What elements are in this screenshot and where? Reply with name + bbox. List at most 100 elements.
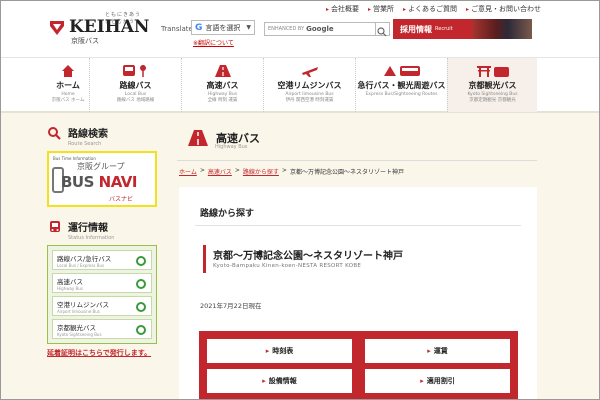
- translate-label: Translate: [161, 25, 193, 33]
- busnavi-group: 京阪グループ: [77, 162, 125, 171]
- logo-sub: 京阪バス: [71, 37, 99, 45]
- nav-item-kyoto-sightseeing[interactable]: 京都観光バス Kyoto Sightseeing Bus 京都定期観光 京都観光: [447, 58, 537, 112]
- nav-item-local-bus[interactable]: 路線バス Local Bus 路線バス 地域路線: [89, 58, 181, 112]
- breadcrumb-sep: >: [281, 167, 287, 174]
- content-panel: 路線から探す 京都〜万博記念公園〜ネスタリゾート神戸 Kyoto-Bampaku…: [179, 187, 537, 399]
- busnavi-kana: バスナビ: [109, 196, 134, 203]
- status-item-highway[interactable]: 高速バス Highway Bus: [52, 273, 152, 293]
- status-list: 路線バス/急行バス Local Bus / Express Bus 高速バス H…: [47, 245, 157, 344]
- status-item-sub: Airport limousine Bus: [57, 309, 100, 314]
- status-ok-icon: [136, 279, 146, 289]
- panel-heading: 路線から探す: [200, 209, 255, 219]
- status-item-sub: Highway Bus: [57, 286, 83, 291]
- breadcrumb-highway[interactable]: 高速バス: [208, 167, 232, 176]
- route-search-title: 路線検索: [68, 129, 108, 140]
- route-name-en: Kyoto-Bampaku Kinen-koen-NESTA RESORT KO…: [213, 263, 362, 269]
- top-link-company[interactable]: 会社概要: [326, 4, 359, 14]
- nav-sub: Home 京阪バス ホーム: [51, 92, 85, 103]
- breadcrumb-current: 京都〜万博記念公園〜ネスタリゾート神戸: [289, 169, 404, 176]
- nav-sub: Express Bus/Sightseeing Routes: [365, 92, 438, 97]
- breadcrumb-home[interactable]: ホーム: [179, 167, 197, 176]
- route-accent-bar: [203, 245, 206, 273]
- route-menu: 時刻表 運賃 設備情報 適用割引: [199, 331, 518, 399]
- status-item-kyoto[interactable]: 京都観光バス Kyoto Sightseeing Bus: [52, 319, 152, 339]
- facilities-button[interactable]: 設備情報: [207, 369, 352, 393]
- search-placeholder-brand: Google: [306, 25, 334, 33]
- breadcrumb-route-search[interactable]: 路線から探す: [243, 167, 279, 176]
- status-ok-icon: [136, 256, 146, 266]
- top-link-offices[interactable]: 営業所: [368, 4, 394, 14]
- route-search-heading: 路線検索: [47, 125, 161, 140]
- divider: [195, 225, 521, 226]
- recruit-banner[interactable]: 採用情報 Recruit: [393, 19, 532, 39]
- status-item-label: 高速バス: [57, 278, 83, 286]
- status-item-local-express[interactable]: 路線バス/急行バス Local Bus / Express Bus: [52, 250, 152, 270]
- status-item-label: 京都観光バス: [57, 324, 96, 332]
- nav-item-home[interactable]: ホーム Home 京阪バス ホーム: [47, 58, 89, 112]
- language-select[interactable]: G 言語を選択 ▼: [191, 20, 255, 35]
- status-title: 運行情報: [68, 223, 108, 234]
- nav-label: 急行バス・観光周遊バス: [357, 81, 446, 90]
- route-name: 京都〜万博記念公園〜ネスタリゾート神戸: [213, 251, 403, 262]
- highway-icon: [214, 65, 231, 77]
- breadcrumb: ホーム > 高速バス > 路線から探す > 京都〜万博記念公園〜ネスタリゾート神戸: [179, 167, 404, 176]
- top-links: 会社概要 営業所 よくあるご質問 ご意見・お問い合わせ: [326, 4, 541, 14]
- divider: [177, 160, 537, 161]
- nav-label: 京都観光バス: [468, 81, 517, 90]
- google-icon: G: [195, 22, 203, 33]
- page-title: 高速バス Highway Bus: [187, 129, 260, 150]
- recruit-sub: Recruit: [435, 26, 453, 32]
- busnavi-bus: BUS: [61, 173, 94, 191]
- breadcrumb-sep: >: [199, 167, 205, 174]
- status-item-sub: Kyoto Sightseeing Bus: [57, 332, 102, 337]
- status-item-label: 路線バス/急行バス: [57, 255, 112, 263]
- timetable-button[interactable]: 時刻表: [207, 339, 352, 363]
- discounts-button[interactable]: 適用割引: [365, 369, 510, 393]
- sidebar: 路線検索 Route Search Bus Time Information 京…: [47, 125, 161, 358]
- busnavi-logo: BUS NAVI: [61, 173, 138, 191]
- bus-icon: [122, 65, 146, 77]
- status-ok-icon: [136, 325, 146, 335]
- status-item-sub: Local Bus / Express Bus: [57, 263, 105, 268]
- nav-item-airport-limousine[interactable]: 空港リムジンバス Airport limousine Bus 伊丹 関西空港 時…: [263, 58, 355, 112]
- page-frame: ともにきあう ひとむかう KEIHAN 京阪バス 会社概要 営業所 よくあるご質…: [0, 0, 600, 400]
- nav-label: 路線バス: [119, 81, 152, 90]
- nav-sub: Kyoto Sightseeing Bus 京都定期観光 京都観光: [467, 92, 518, 103]
- site-search-input[interactable]: ENHANCED BY Google: [264, 22, 376, 36]
- nav-sub: Local Bus 路線バス 地域路線: [116, 92, 155, 103]
- nav-label: 高速バス: [206, 81, 239, 90]
- search-icon: [377, 27, 387, 37]
- express-bus-icon: [383, 66, 420, 76]
- logo-mark-icon: [50, 21, 64, 35]
- status-item-airport[interactable]: 空港リムジンバス Airport limousine Bus: [52, 296, 152, 316]
- translate-note-link[interactable]: ※翻訳について: [193, 38, 234, 47]
- status-sub: Status Information: [68, 235, 115, 241]
- nav-sub: Highway Bus 全線 時刻 運賃: [207, 92, 238, 103]
- busnavi-navi: NAVI: [98, 173, 138, 191]
- nav-label: 空港リムジンバス: [277, 81, 342, 90]
- delay-certificate-link[interactable]: 延着証明はこちらで発行します。: [47, 348, 161, 358]
- top-link-contact[interactable]: ご意見・お問い合わせ: [466, 4, 541, 14]
- airplane-icon: [301, 67, 318, 77]
- busnavi-banner[interactable]: Bus Time Information 京阪グループ BUS NAVI バスナ…: [47, 151, 157, 207]
- site-header: ともにきあう ひとむかう KEIHAN 京阪バス 会社概要 営業所 よくあるご質…: [1, 1, 599, 57]
- recruit-photo: [472, 19, 532, 39]
- fare-button[interactable]: 運賃: [365, 339, 510, 363]
- torii-icon: [476, 66, 509, 77]
- status-ok-icon: [136, 302, 146, 312]
- as-of-date: 2021年7月22日現在: [200, 302, 262, 310]
- logo-brand: KEIHAN: [69, 17, 150, 37]
- route-search-sub: Route Search: [68, 141, 102, 147]
- breadcrumb-sep: >: [234, 167, 240, 174]
- nav-item-express-sightseeing[interactable]: 急行バス・観光周遊バス Express Bus/Sightseeing Rout…: [355, 58, 447, 112]
- language-select-value: 言語を選択: [205, 23, 241, 32]
- search-button[interactable]: [376, 22, 390, 37]
- page-title-en: Highway Bus: [215, 144, 248, 150]
- nav-sub: Airport limousine Bus 伊丹 関西空港 時刻運賃: [285, 92, 334, 103]
- recruit-label: 採用情報: [400, 24, 432, 34]
- top-link-faq[interactable]: よくあるご質問: [403, 4, 457, 14]
- nav-item-highway-bus[interactable]: 高速バス Highway Bus 全線 時刻 運賃: [181, 58, 263, 112]
- site-logo[interactable]: ともにきあう ひとむかう KEIHAN 京阪バス: [47, 9, 150, 45]
- search-icon: [48, 126, 61, 140]
- highway-icon: [188, 130, 208, 146]
